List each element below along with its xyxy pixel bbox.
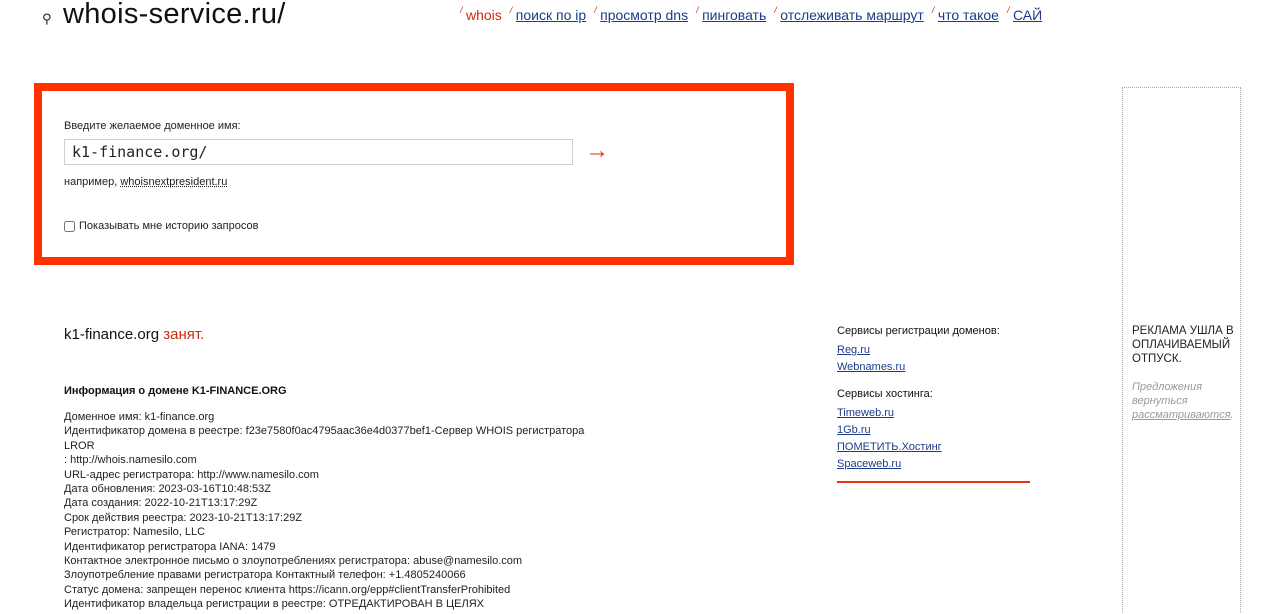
whois-line: Идентификатор домена в реестре: f23e7580… bbox=[64, 425, 585, 438]
registration-services-title: Сервисы регистрации доменов: bbox=[837, 325, 1000, 337]
whois-line: Дата обновления: 2023-03-16T10:48:53Z bbox=[64, 483, 271, 496]
history-toggle[interactable]: Показывать мне историю запросов bbox=[64, 220, 258, 232]
search-icon: ⚲ bbox=[42, 11, 52, 26]
slash-icon: / bbox=[460, 5, 463, 15]
nav-label: отслеживать маршрут bbox=[780, 7, 924, 23]
nav-label: поиск по ip bbox=[515, 7, 587, 23]
ad-note: Предложения вернуться рассматриваются. bbox=[1132, 380, 1242, 422]
nav-label: whois bbox=[466, 7, 502, 23]
history-label: Показывать мне историю запросов bbox=[79, 220, 259, 232]
ad-link[interactable]: рассматриваются bbox=[1132, 409, 1230, 421]
info-heading: Информация о домене K1-FINANCE.ORG bbox=[64, 385, 287, 397]
nav-item-site[interactable]: / САЙ bbox=[1006, 5, 1043, 23]
ad-title: РЕКЛАМА УШЛА В ОПЛАЧИВАЕМЫЙ ОТПУСК. bbox=[1132, 325, 1234, 365]
result-title: k1-finance.org занят. bbox=[64, 326, 204, 343]
whois-line: Дата создания: 2022-10-21T13:17:29Z bbox=[64, 497, 258, 510]
result-domain: k1-finance.org bbox=[64, 326, 160, 343]
slash-icon: / bbox=[931, 5, 935, 15]
slash-icon: / bbox=[594, 5, 597, 15]
whois-line: Доменное имя: k1-finance.org bbox=[64, 411, 215, 423]
whois-line: Идентификатор владельца регистрации в ре… bbox=[64, 598, 484, 611]
example-hint: например, whoisnextpresident.ru bbox=[64, 176, 227, 188]
link-spaceweb-ru[interactable]: Spaceweb.ru bbox=[837, 458, 1030, 470]
link-timeweb-ru[interactable]: Timeweb.ru bbox=[837, 407, 1030, 419]
status-badge: занят. bbox=[163, 326, 205, 343]
main-nav: / whois / поиск по ip / просмотр dns / пинго… bbox=[460, 5, 1050, 23]
divider bbox=[837, 481, 1030, 483]
nav-item-traceroute[interactable]: / отслеживать маршрут bbox=[774, 5, 924, 23]
nav-item-dns[interactable]: / просмотр dns bbox=[594, 5, 689, 23]
link-webnames-ru[interactable]: Webnames.ru bbox=[837, 361, 1030, 373]
whois-line: URL-адрес регистратора: http://www.names… bbox=[64, 468, 319, 481]
history-checkbox[interactable] bbox=[64, 220, 75, 232]
whois-line: Срок действия реестра: 2023-10-21T13:17:… bbox=[64, 511, 303, 524]
nav-item-whois[interactable]: / whois bbox=[460, 5, 502, 23]
link-reg-ru[interactable]: Reg.ru bbox=[837, 344, 1030, 356]
whois-line: Злоупотребление правами регистратора Кон… bbox=[64, 569, 466, 582]
ad-column: РЕКЛАМА УШЛА В ОПЛАЧИВАЕМЫЙ ОТПУСК. Пред… bbox=[1122, 87, 1241, 614]
example-prefix: например, bbox=[64, 176, 118, 188]
nav-label: САЙ bbox=[1012, 7, 1043, 23]
nav-item-what-is[interactable]: / что такое bbox=[931, 5, 999, 23]
arrow-right-icon[interactable]: → bbox=[585, 139, 609, 163]
example-link[interactable]: whoisnextpresident.ru bbox=[120, 176, 227, 188]
site-title[interactable]: whois-service.ru/ bbox=[63, 0, 286, 31]
ad-note-suffix: . bbox=[1230, 409, 1234, 421]
nav-label: что такое bbox=[937, 7, 999, 23]
ad-note-prefix: Предложения вернуться bbox=[1132, 381, 1202, 407]
nav-item-ping[interactable]: / пинговать bbox=[696, 5, 767, 23]
slash-icon: / bbox=[696, 5, 699, 15]
whois-line: Контактное электронное письмо о злоупотр… bbox=[64, 555, 523, 568]
page: ⚲ whois-service.ru/ / whois / поиск по ip … bbox=[0, 0, 1281, 614]
whois-line: LROR bbox=[64, 439, 95, 452]
whois-line: Идентификатор регистратора IANA: 1479 bbox=[64, 540, 276, 553]
nav-item-ip-search[interactable]: / поиск по ip bbox=[509, 5, 587, 23]
whois-line: : http://whois.namesilo.com bbox=[64, 454, 197, 467]
whois-line: Регистратор: Namesilo, LLC bbox=[64, 526, 206, 539]
search-label: Введите желаемое доменное имя: bbox=[64, 120, 241, 132]
slash-icon: / bbox=[774, 5, 777, 15]
hosting-services-title: Сервисы хостинга: bbox=[837, 388, 933, 400]
services-panel: Сервисы регистрации доменов: Reg.ru Webn… bbox=[837, 325, 1030, 483]
whois-record: Доменное имя: k1-finance.org Идентификат… bbox=[64, 410, 624, 612]
whois-line: Статус домена: запрещен перенос клиента … bbox=[64, 583, 511, 596]
nav-label: пинговать bbox=[702, 7, 767, 23]
slash-icon: / bbox=[509, 5, 513, 15]
nav-label: просмотр dns bbox=[600, 7, 689, 23]
link-1gb-ru[interactable]: 1Gb.ru bbox=[837, 424, 1030, 436]
link-hosting[interactable]: ПОМЕТИТЬ.Хостинг bbox=[837, 441, 1030, 453]
domain-input[interactable] bbox=[64, 139, 573, 165]
domain-search-panel: Введите желаемое доменное имя: → наприме… bbox=[34, 83, 794, 265]
slash-icon: / bbox=[1006, 5, 1010, 15]
